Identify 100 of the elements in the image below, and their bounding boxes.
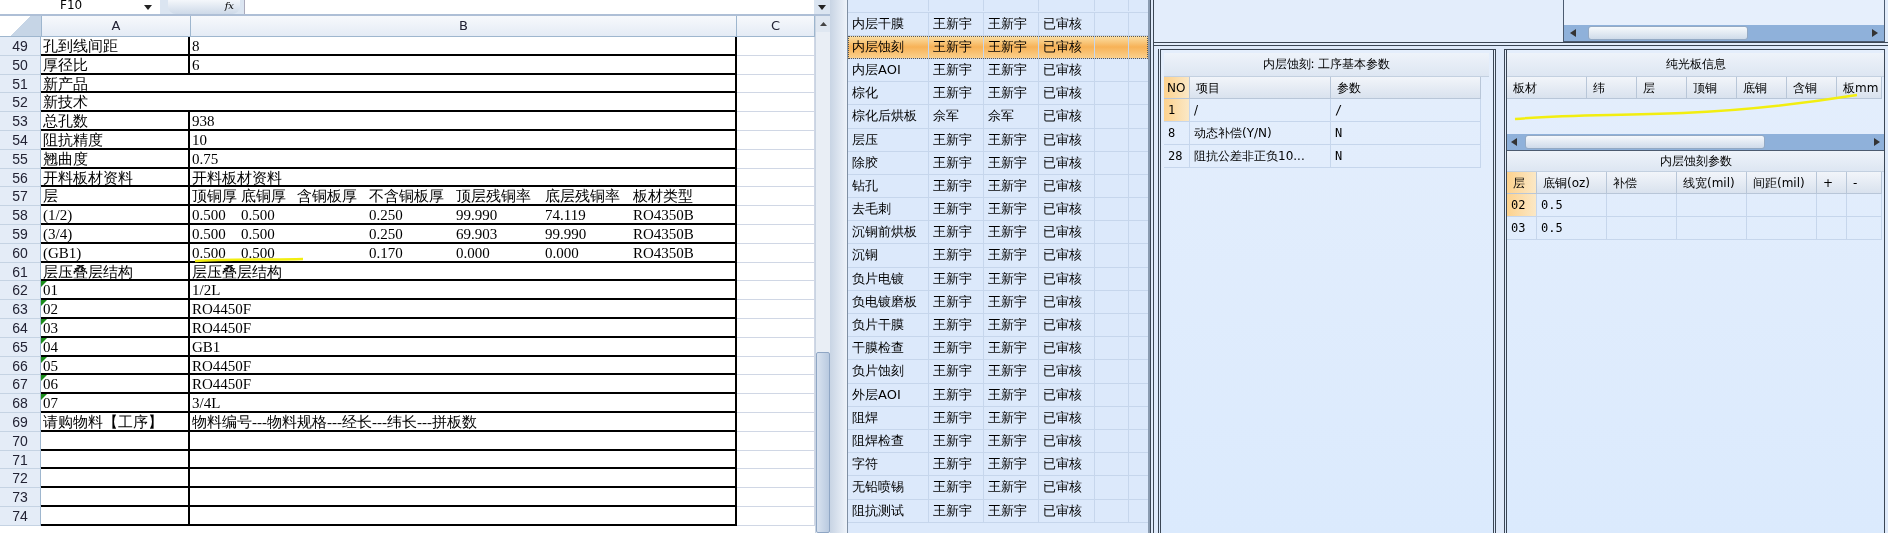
column-header[interactable]: + xyxy=(1817,172,1847,194)
column-header[interactable]: 线宽(mil) xyxy=(1677,172,1747,194)
column-header[interactable]: 顶铜 xyxy=(1687,77,1737,99)
list-row[interactable]: 内层蚀刻 王新宇 王新宇 已审核 xyxy=(848,35,1148,59)
dropdown-icon[interactable] xyxy=(144,4,152,10)
column-header[interactable]: 补偿 xyxy=(1607,172,1677,194)
list-row[interactable]: 棕化 王新宇 王新宇 已审核 xyxy=(848,82,1148,106)
list-row[interactable]: 负电镀磨板 王新宇 王新宇 已审核 xyxy=(848,290,1148,315)
table-cell: 已审核 xyxy=(1039,383,1095,406)
list-row[interactable]: 内层干膜 王新宇 王新宇 已审核 xyxy=(848,12,1148,36)
list-row[interactable]: 钻孔 王新宇 王新宇 已审核 xyxy=(848,174,1148,199)
cell-value: RO4350B xyxy=(632,244,694,261)
table-cell[interactable]: 03 xyxy=(1507,217,1537,240)
list-row[interactable]: 阻焊 王新宇 王新宇 已审核 xyxy=(848,406,1148,430)
column-header[interactable]: - xyxy=(1847,172,1882,194)
scrollbar-thumb[interactable] xyxy=(1588,26,1748,40)
column-header[interactable]: 参数 xyxy=(1331,77,1481,99)
table-cell: 已审核 xyxy=(1039,290,1095,314)
scrollbar-thumb[interactable] xyxy=(1525,135,1765,149)
table-cell: 外层AOI xyxy=(848,383,929,406)
row-header[interactable]: 72 xyxy=(0,469,41,489)
column-header[interactable]: 层 xyxy=(1637,77,1687,99)
vertical-scrollbar[interactable] xyxy=(815,16,830,533)
cell-value: 99.990 xyxy=(455,207,498,223)
column-header[interactable]: 板材 xyxy=(1507,77,1587,99)
table-cell: 0.75 xyxy=(190,149,737,169)
table-cell: 已审核 xyxy=(1039,267,1095,290)
row-header[interactable]: 73 xyxy=(0,488,41,507)
insert-function-button[interactable]: fx xyxy=(168,0,240,14)
list-row[interactable]: 层压 王新宇 王新宇 已审核 xyxy=(848,128,1148,152)
table-cell: N xyxy=(1331,145,1481,168)
empty-cell xyxy=(1817,217,1847,240)
row-header[interactable]: 62 xyxy=(0,281,41,301)
column-header[interactable]: A xyxy=(41,16,191,36)
column-header[interactable]: 底铜(oz) xyxy=(1537,172,1607,194)
table-cell: 已审核 xyxy=(1039,499,1095,522)
row-header[interactable]: 68 xyxy=(0,394,41,413)
table-cell: 王新宇 xyxy=(929,406,984,429)
table-cell: 层压 xyxy=(848,128,929,151)
row-header[interactable]: 67 xyxy=(0,375,41,395)
list-row[interactable]: 负片干膜 王新宇 王新宇 已审核 xyxy=(848,314,1148,338)
horizontal-scrollbar[interactable] xyxy=(1507,134,1884,150)
table-cell[interactable]: 28 xyxy=(1164,145,1190,168)
table-cell: 王新宇 xyxy=(984,476,1039,499)
table-cell: 负电镀磨板 xyxy=(848,290,929,314)
table-cell[interactable]: 1 xyxy=(1164,99,1190,122)
list-row[interactable]: 阻抗测试 王新宇 王新宇 已审核 xyxy=(848,499,1148,523)
list-row[interactable]: 负片电镀 王新宇 王新宇 已审核 xyxy=(848,267,1148,291)
row-header[interactable]: 63 xyxy=(0,300,41,319)
list-row[interactable]: 沉铜 王新宇 王新宇 已审核 xyxy=(848,244,1148,268)
column-header[interactable]: 间距(mil) xyxy=(1747,172,1817,194)
table-cell: 已审核 xyxy=(1039,12,1095,35)
column-header[interactable]: B xyxy=(190,16,738,36)
list-row[interactable]: 棕化后烘板 佘军 佘军 已审核 xyxy=(848,105,1148,129)
scrollbar-thumb[interactable] xyxy=(816,352,830,533)
table-cell: 阻焊检查 xyxy=(848,429,929,453)
scroll-left-button[interactable] xyxy=(1511,138,1517,146)
list-row[interactable]: 字符 王新宇 王新宇 已审核 xyxy=(848,453,1148,477)
list-row[interactable]: 负片蚀刻 王新宇 王新宇 已审核 xyxy=(848,360,1148,384)
list-row[interactable]: 内层AOI 王新宇 王新宇 已审核 xyxy=(848,58,1148,83)
table-cell: 3/4L xyxy=(190,394,737,413)
list-row[interactable]: 沉铜前烘板 王新宇 王新宇 已审核 xyxy=(848,221,1148,245)
table-cell: 已审核 xyxy=(1039,58,1095,82)
horizontal-scrollbar[interactable] xyxy=(1564,25,1884,41)
row-header[interactable]: 57 xyxy=(0,187,41,207)
table-cell[interactable]: 02 xyxy=(1507,194,1537,217)
scroll-right-button[interactable] xyxy=(1872,29,1878,37)
column-header[interactable]: 底铜 xyxy=(1737,77,1787,99)
table-cell: 王新宇 xyxy=(929,290,984,314)
select-all-corner[interactable] xyxy=(0,16,42,36)
formula-input[interactable] xyxy=(244,0,814,14)
table-cell: 已审核 xyxy=(1039,360,1095,383)
list-row[interactable]: 去毛刺 王新宇 王新宇 已审核 xyxy=(848,198,1148,222)
list-row[interactable]: 无铅喷锡 王新宇 王新宇 已审核 xyxy=(848,476,1148,500)
list-row[interactable]: 阻焊检查 王新宇 王新宇 已审核 xyxy=(848,429,1148,454)
list-row[interactable]: 干膜检查 王新宇 王新宇 已审核 xyxy=(848,337,1148,361)
cell-value: 0.000 xyxy=(455,244,490,261)
scroll-right-button[interactable] xyxy=(1874,138,1880,146)
column-header[interactable]: 层 xyxy=(1507,172,1537,194)
column-header[interactable]: 纬 xyxy=(1587,77,1637,99)
scroll-up-button[interactable] xyxy=(816,16,830,32)
table-cell[interactable]: 8 xyxy=(1164,122,1190,145)
row-header[interactable]: 53 xyxy=(0,112,41,131)
column-header[interactable]: 含铜 xyxy=(1787,77,1837,99)
column-header[interactable]: 项目 xyxy=(1190,77,1331,99)
scroll-left-button[interactable] xyxy=(1570,29,1576,37)
row-header[interactable]: 52 xyxy=(0,93,41,113)
table-cell: 王新宇 xyxy=(984,290,1039,314)
list-row[interactable]: 外层AOI 王新宇 王新宇 已审核 xyxy=(848,383,1148,407)
name-box[interactable]: F10 xyxy=(0,0,160,14)
column-header[interactable]: 板mm xyxy=(1837,77,1882,99)
cell-value: 0.250 xyxy=(368,225,403,242)
table-cell: 王新宇 xyxy=(929,453,984,476)
cell-value: 0.500 xyxy=(240,225,275,242)
table-cell: 除胶 xyxy=(848,151,929,174)
list-row[interactable]: 除胶 王新宇 王新宇 已审核 xyxy=(848,151,1148,175)
row-header[interactable]: 49 xyxy=(0,37,41,56)
table-cell: 王新宇 xyxy=(929,35,984,58)
row-header[interactable]: 58 xyxy=(0,206,41,225)
column-header[interactable]: NO xyxy=(1164,77,1190,99)
